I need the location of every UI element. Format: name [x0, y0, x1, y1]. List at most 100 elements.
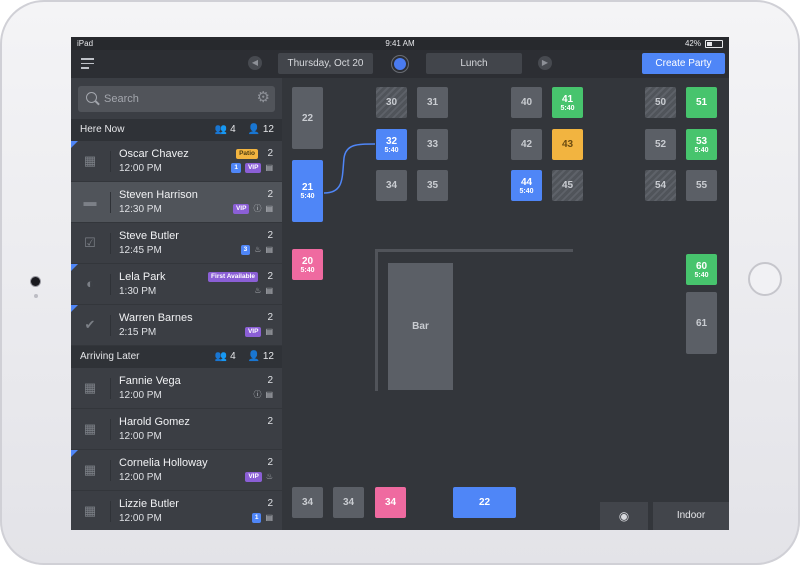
calendar-icon: ▦ [83, 380, 97, 395]
gear-icon[interactable]: ⚙ [257, 90, 270, 106]
count-badge: 3 [240, 245, 251, 255]
table-50[interactable]: 50 [645, 87, 676, 118]
battery-percent: 42% [684, 39, 701, 48]
info-icon: ⓘ [253, 390, 262, 399]
guest-time: 12:00 PM [119, 513, 162, 524]
person-icon: 👤 [247, 124, 261, 135]
search-input[interactable]: Search [104, 93, 139, 105]
table-44[interactable]: 44 5:40 [511, 170, 542, 201]
table-34[interactable]: 34 [376, 170, 407, 201]
calendar-icon: ▦ [83, 503, 97, 518]
table-61[interactable]: 61 [686, 292, 717, 354]
guest-time: 12:45 PM [119, 245, 162, 256]
table-45[interactable]: 45 [552, 170, 583, 201]
guest-name: Oscar Chavez [119, 148, 189, 160]
list-item[interactable]: ☑ Steve Butler 12:45 PM 2 3 ♨ ▤ [71, 223, 282, 264]
list-item[interactable]: ▦ Lizzie Butler 12:00 PM 2 1 ▤ [71, 491, 282, 530]
section-title: Here Now [80, 124, 125, 135]
list-item[interactable]: ▦ Fannie Vega 12:00 PM 2 ⓘ ▤ [71, 368, 282, 409]
table-35[interactable]: 35 [417, 170, 448, 201]
table-34-bottom-1[interactable]: 34 [292, 487, 323, 518]
table-40[interactable]: 40 [511, 87, 542, 118]
note-icon: ▤ [265, 513, 273, 522]
next-day-icon[interactable]: ▶ [538, 56, 552, 70]
guest-name: Steven Harrison [119, 189, 198, 201]
group-icon: 👥 [214, 124, 228, 135]
list-item[interactable]: ▦ Cornelia Holloway 12:00 PM 2 VIP ♨ [71, 450, 282, 491]
guest-count: 👤 12 [247, 351, 274, 362]
floor-plan: 22 21 5:40 20 5:40 30 31 32 5:40 33 34 35 4… [282, 78, 729, 530]
table-42[interactable]: 42 [511, 129, 542, 160]
list-item[interactable]: ✔ Warren Barnes 2:15 PM 2 VIP ▤ [71, 305, 282, 346]
wall [375, 249, 378, 391]
table-34-bottom-2[interactable]: 34 [333, 487, 364, 518]
flag-corner [71, 450, 78, 457]
flag-corner [71, 264, 78, 271]
battery-icon [705, 39, 723, 48]
first-available-badge: First Available [208, 272, 258, 282]
list-item[interactable]: ▬ Steven Harrison 12:30 PM 2 VIP ⓘ ▤ [71, 182, 282, 223]
table-34-bottom-3[interactable]: 34 [375, 487, 406, 518]
table-41[interactable]: 41 5:40 [552, 87, 583, 118]
list-item[interactable]: ▦ Oscar Chavez 12:00 PM Patio 2 1 VIP ▤ [71, 141, 282, 182]
table-22-bottom[interactable]: 22 [453, 487, 516, 518]
table-53[interactable]: 53 5:40 [686, 129, 717, 160]
table-21[interactable]: 21 5:40 [292, 160, 323, 222]
table-54[interactable]: 54 [645, 170, 676, 201]
service-selector[interactable]: Lunch [426, 53, 522, 74]
today-dot-icon[interactable] [394, 58, 406, 70]
guest-name: Lela Park [119, 271, 166, 283]
section-arriving-later: Arriving Later 👥 4 👤 12 [71, 346, 282, 368]
table-33[interactable]: 33 [417, 129, 448, 160]
table-55[interactable]: 55 [686, 170, 717, 201]
vip-badge: VIP [245, 472, 262, 482]
date-selector[interactable]: Thursday, Oct 20 [278, 53, 373, 74]
note-icon: ▤ [265, 286, 273, 295]
menu-icon[interactable] [81, 58, 94, 69]
party-size: 2 [267, 498, 273, 509]
table-51[interactable]: 51 [686, 87, 717, 118]
party-size: 2 [267, 148, 273, 159]
calendar-icon: ▦ [83, 462, 97, 477]
party-size: 2 [267, 375, 273, 386]
home-button[interactable] [748, 262, 782, 296]
table-32[interactable]: 32 5:40 [376, 129, 407, 160]
guest-time: 12:00 PM [119, 431, 162, 442]
flag-corner [71, 305, 78, 312]
party-size: 2 [267, 271, 273, 282]
search-bar[interactable]: Search ⚙ [78, 86, 275, 112]
table-52[interactable]: 52 [645, 129, 676, 160]
guest-name: Harold Gomez [119, 416, 190, 428]
create-party-button[interactable]: Create Party [642, 53, 725, 74]
table-20[interactable]: 20 5:40 [292, 249, 323, 280]
list-item[interactable]: ▦ Harold Gomez 12:00 PM 2 [71, 409, 282, 450]
eye-icon[interactable]: ◉ [600, 502, 648, 530]
guest-time: 1:30 PM [119, 286, 157, 297]
calendar-icon: ▦ [83, 153, 97, 168]
table-43[interactable]: 43 [552, 129, 583, 160]
guest-sidebar: Search ⚙ Here Now 👥 4 👤 12 ▦ Oscar Chave… [71, 78, 282, 530]
prev-day-icon[interactable]: ◀ [248, 56, 262, 70]
party-count: 👥 4 [214, 124, 236, 135]
table-30[interactable]: 30 [376, 87, 407, 118]
section-title: Arriving Later [80, 351, 140, 362]
guest-time: 12:30 PM [119, 204, 162, 215]
check-circle-icon: ✔ [84, 317, 96, 332]
guest-time: 12:00 PM [119, 472, 162, 483]
note-icon: ▤ [265, 204, 273, 213]
note-icon: ▤ [265, 245, 273, 254]
group-icon: 👥 [214, 351, 228, 362]
table-60[interactable]: 60 5:40 [686, 254, 717, 285]
status-bar: iPad 9:41 AM 42% [71, 37, 729, 50]
guest-count: 👤 12 [247, 124, 274, 135]
room-toggle-button[interactable]: Indoor [653, 502, 729, 530]
guest-name: Steve Butler [119, 230, 179, 242]
wall [375, 249, 573, 252]
table-22[interactable]: 22 [292, 87, 323, 149]
app-screen: iPad 9:41 AM 42% ◀ Thursday, Oct 20 Lunc… [71, 37, 729, 530]
list-item[interactable]: ◐ Lela Park 1:30 PM First Available 2 ♨ … [71, 264, 282, 305]
guest-name: Warren Barnes [119, 312, 193, 324]
vip-badge: VIP [244, 327, 262, 337]
table-31[interactable]: 31 [417, 87, 448, 118]
vip-badge: VIP [232, 204, 250, 214]
